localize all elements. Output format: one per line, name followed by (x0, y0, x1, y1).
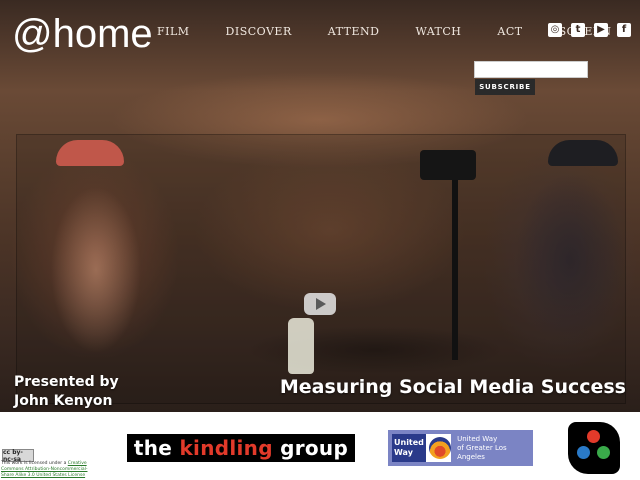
youtube-icon[interactable]: ▶ (594, 23, 608, 37)
presented-by-label: Presented by (14, 374, 119, 390)
green-dot-icon (597, 446, 610, 459)
sponsor-dots-logo[interactable] (568, 422, 620, 474)
kindling-highlight: kindling (179, 436, 273, 460)
video-camera (420, 150, 476, 180)
blue-dot-icon (577, 446, 590, 459)
facebook-icon[interactable]: f (617, 23, 631, 37)
kindling-before: the (133, 436, 173, 460)
nav-attend[interactable]: ATTEND (328, 25, 380, 38)
license-prefix: This work is licensed under a (1, 461, 68, 466)
united-way-emblem-icon (429, 437, 451, 459)
video-title: Measuring Social Media Success (279, 376, 626, 398)
uw-mark-line1: United (394, 438, 424, 447)
hero-banner: @home FILM DISCOVER ATTEND WATCH ACT SCR… (0, 0, 640, 412)
united-way-text: United Way of Greater Los Angeles (457, 435, 533, 462)
subscribe-email-input[interactable] (474, 61, 588, 78)
nav-film[interactable]: FILM (157, 25, 190, 38)
presenter-credit: Presented by John Kenyon (14, 373, 119, 411)
united-way-logo[interactable]: United Way United Way of Greater Los Ang… (388, 430, 533, 466)
hero-person-left (36, 140, 166, 410)
license-notice: This work is licensed under a Creative C… (1, 461, 95, 479)
uw-text-line2: of Greater Los Angeles (457, 443, 507, 461)
red-dot-icon (587, 430, 600, 443)
camera-tripod (452, 160, 458, 360)
play-video-button[interactable] (304, 293, 336, 315)
nav-act[interactable]: ACT (497, 25, 522, 38)
subscribe-button[interactable]: SUBSCRIBE (475, 79, 535, 95)
play-icon (316, 298, 326, 310)
site-logo[interactable]: @home (12, 12, 153, 57)
red-cap (56, 140, 124, 166)
uw-text-line1: United Way (457, 434, 498, 443)
twitter-glyph: t (575, 24, 581, 35)
united-way-mark: United Way (392, 434, 452, 462)
hero-debris (210, 320, 540, 380)
uw-mark-line2: Way (394, 448, 413, 457)
kindling-after: group (280, 436, 349, 460)
water-bottle (288, 318, 314, 374)
presenter-name: John Kenyon (14, 393, 113, 409)
black-cap (548, 140, 618, 166)
instagram-icon[interactable]: ◎ (548, 23, 562, 37)
nav-watch[interactable]: WATCH (415, 25, 461, 38)
united-way-wordmark: United Way (392, 434, 426, 462)
youtube-glyph: ▶ (597, 24, 605, 35)
social-links: ◎ t ▶ f (548, 23, 640, 37)
facebook-glyph: f (621, 24, 627, 35)
nav-discover[interactable]: DISCOVER (226, 25, 292, 38)
kindling-group-logo[interactable]: the kindling group (127, 434, 355, 462)
twitter-icon[interactable]: t (571, 23, 585, 37)
instagram-glyph: ◎ (550, 24, 560, 35)
